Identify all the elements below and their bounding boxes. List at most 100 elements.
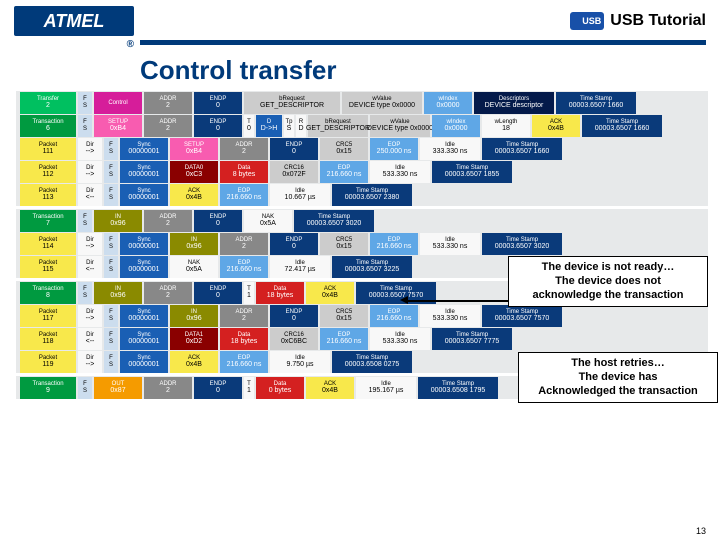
data-cell: Idle533.330 ns: [420, 233, 480, 255]
data-cell: Time Stamp00003.6507 1855: [432, 161, 512, 183]
arrow-not-ready: [405, 300, 508, 302]
direction-cell: Dir<--: [78, 328, 102, 350]
data-cell: RD: [296, 115, 306, 137]
data-cell: EOP250.000 ns: [370, 138, 418, 160]
data-cell: NAK0x5A: [244, 210, 292, 232]
data-cell: T1: [244, 377, 254, 399]
data-cell: TpS: [284, 115, 294, 137]
data-cell: Control: [94, 92, 142, 114]
data-cell: EOP216.660 ns: [320, 328, 368, 350]
data-cell: Idle533.330 ns: [370, 161, 430, 183]
row-tag: Packet112: [20, 161, 76, 183]
data-cell: DATA10xD2: [170, 328, 218, 350]
data-cell: SETUP0xB4: [170, 138, 218, 160]
data-cell: Data18 bytes: [256, 282, 304, 304]
direction-cell: Dir-->: [78, 351, 102, 373]
transaction-row: Transaction7FSIN0x96ADDR2ENDP0NAK0x5ATim…: [20, 210, 704, 232]
data-cell: Time Stamp00003.6507 3225: [332, 256, 412, 278]
row-tag: Packet119: [20, 351, 76, 373]
data-cell: Time Stamp00003.6507 7570: [482, 305, 562, 327]
data-cell: ENDP0: [270, 233, 318, 255]
data-cell: wLength18: [482, 115, 530, 137]
data-cell: DD->H: [256, 115, 282, 137]
data-cell: ACK0x4B: [306, 377, 354, 399]
row-tag: Packet113: [20, 184, 76, 206]
row-tag: Transfer2: [20, 92, 76, 114]
direction-cell: Dir-->: [78, 138, 102, 160]
data-cell: Idle10.667 µs: [270, 184, 330, 206]
data-cell: Time Stamp00003.6507 3020: [294, 210, 374, 232]
data-cell: Time Stamp00003.6507 1660: [582, 115, 662, 137]
data-cell: DescriptorsDEVICE descriptor: [474, 92, 554, 114]
fs-cell: FS: [78, 92, 92, 114]
data-cell: Data18 bytes: [220, 328, 268, 350]
data-cell: Idle195.167 µs: [356, 377, 416, 399]
data-cell: T0: [244, 115, 254, 137]
data-cell: ENDP0: [194, 92, 242, 114]
data-cell: Idle533.330 ns: [370, 328, 430, 350]
data-cell: OUT0x87: [94, 377, 142, 399]
data-cell: Time Stamp00003.6508 1795: [418, 377, 498, 399]
packet-row: Packet117Dir-->FSSync00000001IN0x96ADDR2…: [20, 305, 704, 327]
data-cell: ENDP0: [270, 305, 318, 327]
data-cell: EOP216.660 ns: [220, 351, 268, 373]
data-cell: ENDP0: [194, 210, 242, 232]
usb-badge: USB USB Tutorial: [570, 12, 706, 30]
data-cell: T1: [244, 282, 254, 304]
data-cell: wIndex0x0000: [432, 115, 480, 137]
data-cell: Sync00000001: [120, 233, 168, 255]
fs-cell: FS: [78, 282, 92, 304]
data-cell: wIndex0x0000: [424, 92, 472, 114]
data-cell: Idle333.330 ns: [420, 138, 480, 160]
data-cell: CRC50x15: [320, 138, 368, 160]
data-cell: DATA00xC3: [170, 161, 218, 183]
data-cell: Sync00000001: [120, 328, 168, 350]
data-cell: CRC50x15: [320, 305, 368, 327]
data-cell: CRC160xC6BC: [270, 328, 318, 350]
data-cell: Sync00000001: [120, 351, 168, 373]
usb-icon: USB: [570, 12, 604, 30]
header: ATMEL USB USB Tutorial: [0, 0, 720, 38]
direction-cell: Dir<--: [78, 184, 102, 206]
data-cell: ADDR2: [144, 377, 192, 399]
direction-cell: Dir-->: [78, 305, 102, 327]
transaction-row: Transaction6FSSETUP0xB4ADDR2ENDP0T0DD->H…: [20, 115, 704, 137]
data-cell: IN0x96: [170, 305, 218, 327]
data-cell: Idle9.750 µs: [270, 351, 330, 373]
data-cell: CRC50x15: [320, 233, 368, 255]
data-cell: Sync00000001: [120, 256, 168, 278]
direction-cell: Dir-->: [78, 161, 102, 183]
data-cell: EOP216.660 ns: [320, 161, 368, 183]
data-cell: ACK0x4B: [170, 184, 218, 206]
direction-cell: Dir<--: [78, 256, 102, 278]
row-tag: Packet117: [20, 305, 76, 327]
callout-not-ready: The device is not ready… The device does…: [508, 256, 708, 307]
data-cell: wValueDEVICE type 0x0000: [370, 115, 430, 137]
callout-retries: The host retries… The device has Acknowl…: [518, 352, 718, 403]
row-tag: Transaction9: [20, 377, 76, 399]
row-tag: Transaction7: [20, 210, 76, 232]
data-cell: wValueDEVICE type 0x0000: [342, 92, 422, 114]
data-cell: Time Stamp00003.6508 0275: [332, 351, 412, 373]
data-cell: Time Stamp00003.6507 3020: [482, 233, 562, 255]
atmel-logo: ATMEL: [14, 6, 134, 36]
packet-row: Packet118Dir<--FSSync00000001DATA10xD2Da…: [20, 328, 704, 350]
data-cell: bRequestGET_DESCRIPTOR: [308, 115, 368, 137]
data-cell: ENDP0: [194, 282, 242, 304]
data-cell: IN0x96: [94, 282, 142, 304]
packet-row: Packet112Dir-->FSSync00000001DATA00xC3Da…: [20, 161, 704, 183]
data-cell: IN0x96: [94, 210, 142, 232]
data-cell: Time Stamp00003.6507 1660: [482, 138, 562, 160]
arrowhead-not-ready: [400, 296, 408, 304]
data-cell: ADDR2: [220, 138, 268, 160]
data-cell: Sync00000001: [120, 161, 168, 183]
data-cell: Time Stamp00003.6507 7775: [432, 328, 512, 350]
header-title: USB Tutorial: [610, 12, 706, 30]
row-tag: Packet111: [20, 138, 76, 160]
packet-row: Packet113Dir<--FSSync00000001ACK0x4BEOP2…: [20, 184, 704, 206]
data-cell: Data0 bytes: [256, 377, 304, 399]
data-cell: Idle533.330 ns: [420, 305, 480, 327]
fs-cell: FS: [78, 210, 92, 232]
data-cell: EOP216.660 ns: [220, 256, 268, 278]
data-cell: Sync00000001: [120, 184, 168, 206]
